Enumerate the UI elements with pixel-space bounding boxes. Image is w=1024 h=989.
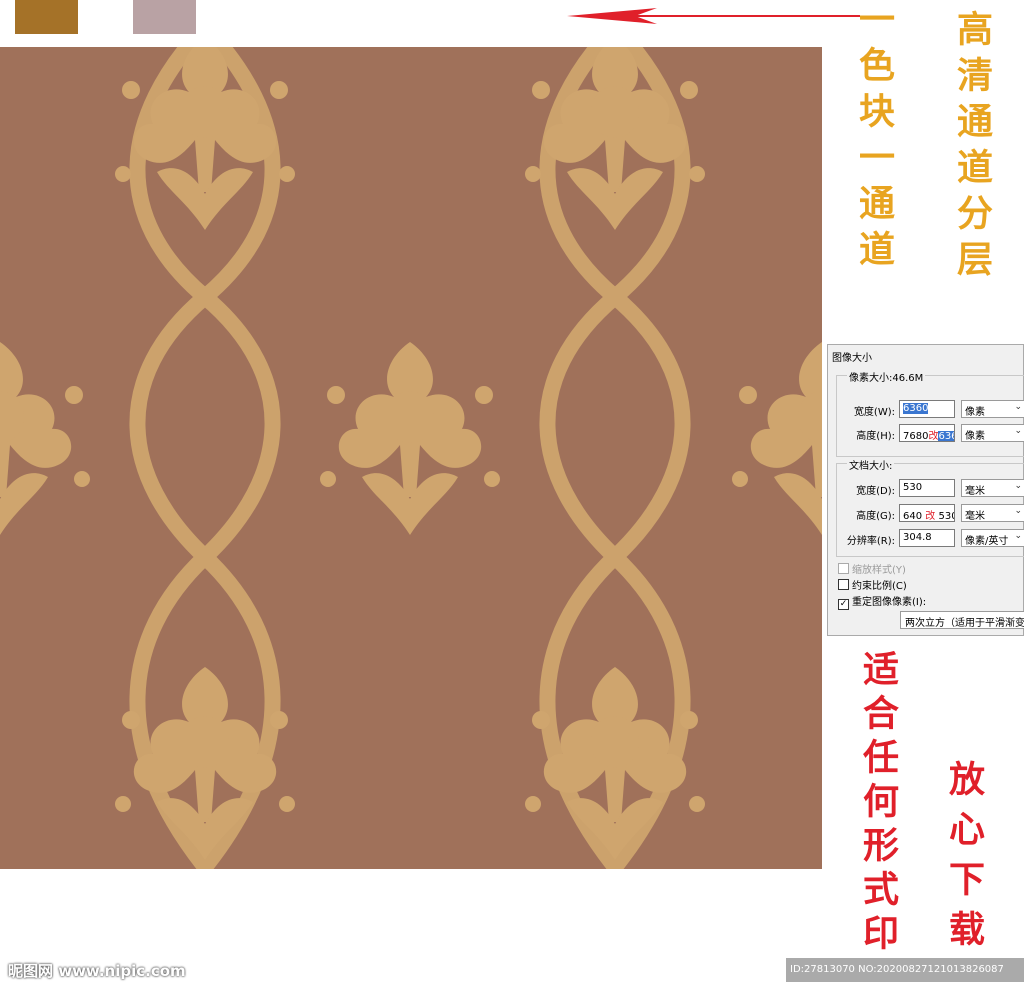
image-size-dialog: 图像大小 像素大小:46.6M 宽度(W): 6360 像素 ⌄ 高度(H): 7… (827, 344, 1024, 636)
arrow-left-icon (567, 8, 860, 24)
checkmark-icon: ✓ (838, 599, 849, 610)
doc-height-unit-select[interactable]: 毫米 ⌄ (961, 504, 1024, 522)
chevron-down-icon: ⌄ (1014, 481, 1022, 491)
doc-height-row: 高度(G): 640 改 530 毫米⌄ (828, 504, 1024, 524)
resample-method-select[interactable]: 两次立方（适用于平滑渐变 (900, 611, 1024, 629)
pixel-dimensions-label: 像素大小:46.6M (847, 369, 926, 384)
doc-width-input[interactable]: 530 (899, 479, 955, 497)
chevron-down-icon: ⌄ (1014, 506, 1022, 516)
watermark-id: ID:27813070 NO:20200827121013826087 (786, 958, 1024, 982)
doc-width-label: 宽度(D): (856, 486, 895, 497)
pixel-height-row: 高度(H): 7680改6360 像素⌄ (828, 424, 1024, 444)
resolution-row: 分辨率(R): 304.8 像素/英寸 ⌄ (828, 529, 1024, 549)
pixel-height-input[interactable]: 7680改6360 (899, 424, 955, 442)
heading-download: 放心下载 (943, 760, 985, 960)
heading-one-color-channel: 一色块一通道 (853, 0, 895, 276)
chevron-down-icon: ⌄ (1014, 402, 1022, 412)
resample-checkbox[interactable]: ✓ 重定图像像素(I): (838, 593, 926, 610)
pixel-width-row: 宽度(W): 6360 像素 ⌄ (828, 400, 1024, 420)
heading-hd-channel-layers: 高清通道分层 (951, 10, 993, 286)
chevron-down-icon: ⌄ (1014, 426, 1022, 436)
color-swatch-mauve (133, 0, 196, 34)
color-swatch-gold (15, 0, 78, 34)
resolution-unit-select[interactable]: 像素/英寸 ⌄ (961, 529, 1024, 547)
doc-width-unit-select[interactable]: 毫米 ⌄ (961, 479, 1024, 497)
constrain-proportions-checkbox[interactable]: 约束比例(C) (838, 577, 907, 592)
scale-styles-checkbox[interactable]: 缩放样式(Y) (838, 561, 906, 576)
damask-pattern (0, 47, 822, 869)
doc-height-input[interactable]: 640 改 530 (899, 504, 955, 522)
resolution-input[interactable]: 304.8 (899, 529, 955, 547)
resolution-label: 分辨率(R): (846, 536, 895, 547)
pixel-height-unit-select[interactable]: 像素 ⌄ (961, 424, 1024, 442)
document-size-label: 文档大小: (847, 457, 895, 472)
doc-height-label: 高度(G): (856, 511, 895, 522)
pixel-height-label: 高度(H): (856, 431, 895, 442)
watermark-site: 昵图网 www.nipic.com (8, 962, 186, 980)
pixel-width-unit-select[interactable]: 像素 ⌄ (961, 400, 1024, 418)
dialog-title: 图像大小 (832, 353, 872, 364)
chevron-down-icon: ⌄ (1014, 531, 1022, 541)
pixel-width-input[interactable]: 6360 (899, 400, 955, 418)
pixel-width-label: 宽度(W): (853, 407, 895, 418)
heading-any-print: 适合任何形式印 (857, 650, 899, 958)
doc-width-row: 宽度(D): 530 毫米 ⌄ (828, 479, 1024, 499)
